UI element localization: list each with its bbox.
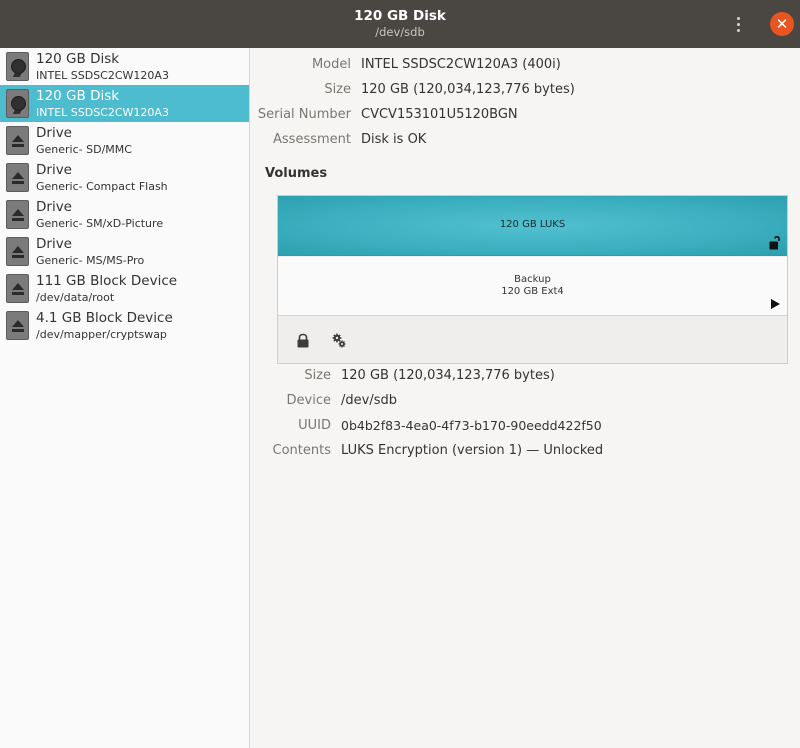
assessment-row: Assessment Disk is OK — [251, 132, 800, 152]
hard-disk-icon — [6, 89, 29, 118]
sidebar-item-block-root[interactable]: 111 GB Block Device /dev/data/root — [0, 270, 249, 307]
mount-play-icon[interactable] — [771, 299, 780, 309]
sidebar-item-block-cryptswap[interactable]: 4.1 GB Block Device /dev/mapper/cryptswa… — [0, 307, 249, 344]
sidebar-item-sm-xd[interactable]: Drive Generic- SM/xD-Picture — [0, 196, 249, 233]
volume-size-row: Size 120 GB (120,034,123,776 bytes) — [251, 368, 800, 388]
unlocked-padlock-icon — [769, 236, 780, 250]
close-icon[interactable]: ✕ — [770, 12, 794, 36]
volume-contents-value: LUKS Encryption (version 1) — Unlocked — [341, 443, 604, 458]
model-label: Model — [311, 57, 351, 72]
disks-window: 120 GB Disk /dev/sdb ✕ 120 GB Disk INTEL… — [0, 0, 800, 748]
sidebar-item-sd-mmc[interactable]: Drive Generic- SD/MMC — [0, 122, 249, 159]
model-row: Model INTEL SSDSC2CW120A3 (400i) — [251, 57, 800, 77]
volume-luks-label: 120 GB LUKS — [499, 219, 566, 230]
sidebar-item-label: Drive — [36, 162, 72, 178]
serial-label: Serial Number — [257, 107, 351, 122]
sidebar-item-label: 120 GB Disk — [36, 88, 120, 104]
sidebar-item-sublabel: INTEL SSDSC2CW120A3 — [36, 69, 169, 82]
volume-toolbar — [278, 317, 787, 363]
sidebar-item-ms-pro[interactable]: Drive Generic- MS/MS-Pro — [0, 233, 249, 270]
sidebar-item-label: Drive — [36, 199, 72, 215]
model-value: INTEL SSDSC2CW120A3 (400i) — [361, 57, 561, 72]
sidebar-item-sublabel: Generic- Compact Flash — [36, 180, 168, 193]
volume-ext4-filesystem[interactable]: Backup 120 GB Ext4 — [278, 257, 787, 316]
volume-uuid-label: UUID — [298, 418, 331, 433]
sidebar-item-label: Drive — [36, 125, 72, 141]
serial-row: Serial Number CVCV153101U5120BGN — [251, 107, 800, 127]
sidebar-item-label: 120 GB Disk — [36, 51, 120, 67]
volume-contents-row: Contents LUKS Encryption (version 1) — U… — [251, 443, 800, 463]
size-value: 120 GB (120,034,123,776 bytes) — [361, 82, 575, 97]
assessment-label: Assessment — [273, 132, 351, 147]
eject-icon — [6, 274, 29, 303]
size-label: Size — [324, 82, 351, 97]
volume-map: 120 GB LUKS Backup 120 GB Ext4 — [277, 195, 788, 364]
size-row: Size 120 GB (120,034,123,776 bytes) — [251, 82, 800, 102]
volume-size-value: 120 GB (120,034,123,776 bytes) — [341, 368, 555, 383]
sidebar-item-label: 4.1 GB Block Device — [36, 310, 173, 326]
volume-device-label: Device — [286, 393, 331, 408]
sidebar-item-sublabel: Generic- MS/MS-Pro — [36, 254, 145, 267]
sidebar-item-disk-2[interactable]: 120 GB Disk INTEL SSDSC2CW120A3 — [0, 85, 249, 122]
header-bar: 120 GB Disk /dev/sdb ✕ — [0, 0, 800, 48]
volume-luks-partition[interactable]: 120 GB LUKS — [278, 196, 787, 256]
hard-disk-icon — [6, 52, 29, 81]
volume-ext4-name: Backup — [514, 274, 551, 285]
serial-value: CVCV153101U5120BGN — [361, 107, 518, 122]
sidebar-item-compact-flash[interactable]: Drive Generic- Compact Flash — [0, 159, 249, 196]
sidebar-item-disk-1[interactable]: 120 GB Disk INTEL SSDSC2CW120A3 — [0, 48, 249, 85]
disk-details-panel: Model INTEL SSDSC2CW120A3 (400i) Size 12… — [251, 48, 800, 748]
window-subtitle: /dev/sdb — [375, 25, 425, 39]
eject-icon — [6, 237, 29, 266]
sidebar-item-sublabel: INTEL SSDSC2CW120A3 — [36, 106, 169, 119]
vertical-ellipsis-icon[interactable] — [726, 12, 750, 36]
sidebar-item-sublabel: Generic- SD/MMC — [36, 143, 132, 156]
volume-ext4-size: 120 GB Ext4 — [501, 286, 564, 297]
lock-icon[interactable] — [292, 330, 314, 352]
device-sidebar: 120 GB Disk INTEL SSDSC2CW120A3 120 GB D… — [0, 48, 250, 748]
eject-icon — [6, 126, 29, 155]
volume-uuid-value: 0b4b2f83-4ea0-4f73-b170-90eedd422f50 — [341, 418, 602, 433]
sidebar-item-label: Drive — [36, 236, 72, 252]
sidebar-item-sublabel: /dev/data/root — [36, 291, 115, 304]
sidebar-item-sublabel: Generic- SM/xD-Picture — [36, 217, 164, 230]
gears-icon[interactable] — [328, 330, 350, 352]
sidebar-item-sublabel: /dev/mapper/cryptswap — [36, 328, 167, 341]
volume-size-label: Size — [304, 368, 331, 383]
volume-device-value: /dev/sdb — [341, 393, 397, 408]
volume-contents-label: Contents — [272, 443, 331, 458]
volume-device-row: Device /dev/sdb — [251, 393, 800, 413]
window-title: 120 GB Disk — [354, 8, 446, 24]
eject-icon — [6, 200, 29, 229]
volumes-heading: Volumes — [265, 166, 328, 181]
assessment-value: Disk is OK — [361, 132, 427, 147]
eject-icon — [6, 163, 29, 192]
eject-icon — [6, 311, 29, 340]
sidebar-item-label: 111 GB Block Device — [36, 273, 178, 289]
volume-uuid-row: UUID 0b4b2f83-4ea0-4f73-b170-90eedd422f5… — [251, 418, 800, 438]
